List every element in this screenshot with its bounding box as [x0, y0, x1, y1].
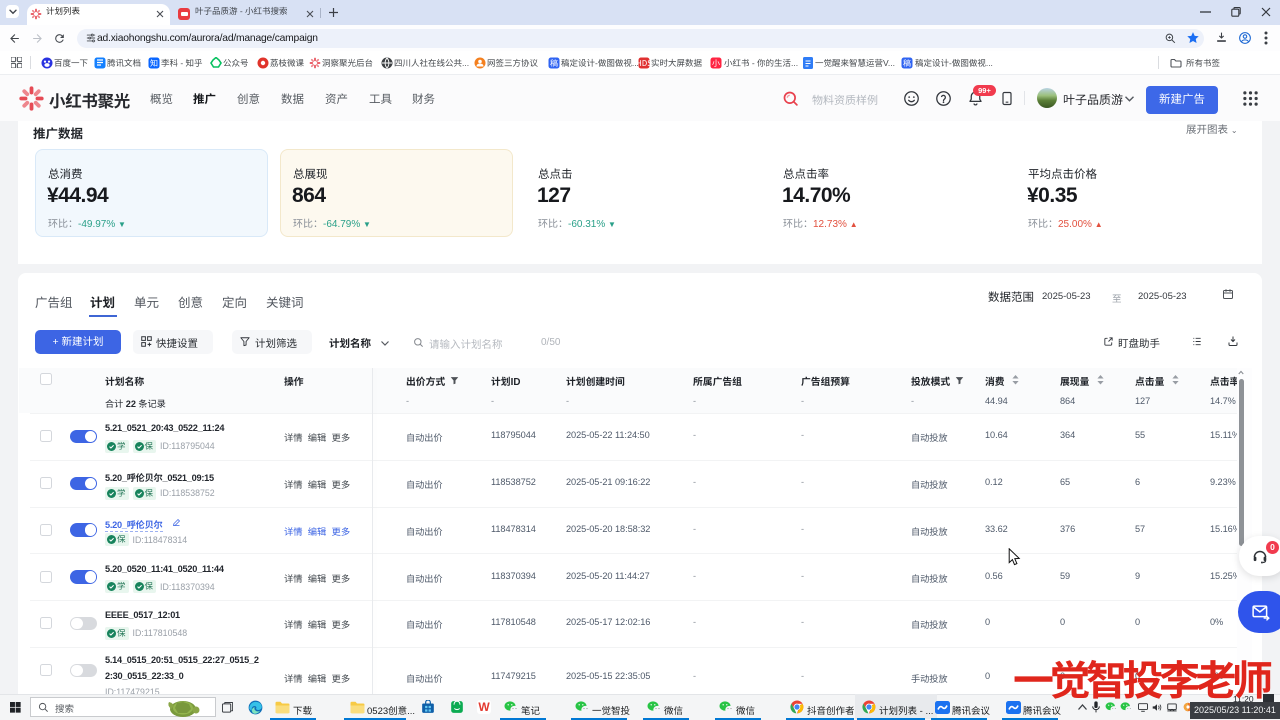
- svg-text:小: 小: [712, 58, 720, 69]
- svg-text:稿: 稿: [903, 58, 911, 69]
- svg-text:稿: 稿: [550, 58, 558, 69]
- svg-text:知: 知: [150, 58, 158, 69]
- svg-text:HDS: HDS: [638, 58, 650, 69]
